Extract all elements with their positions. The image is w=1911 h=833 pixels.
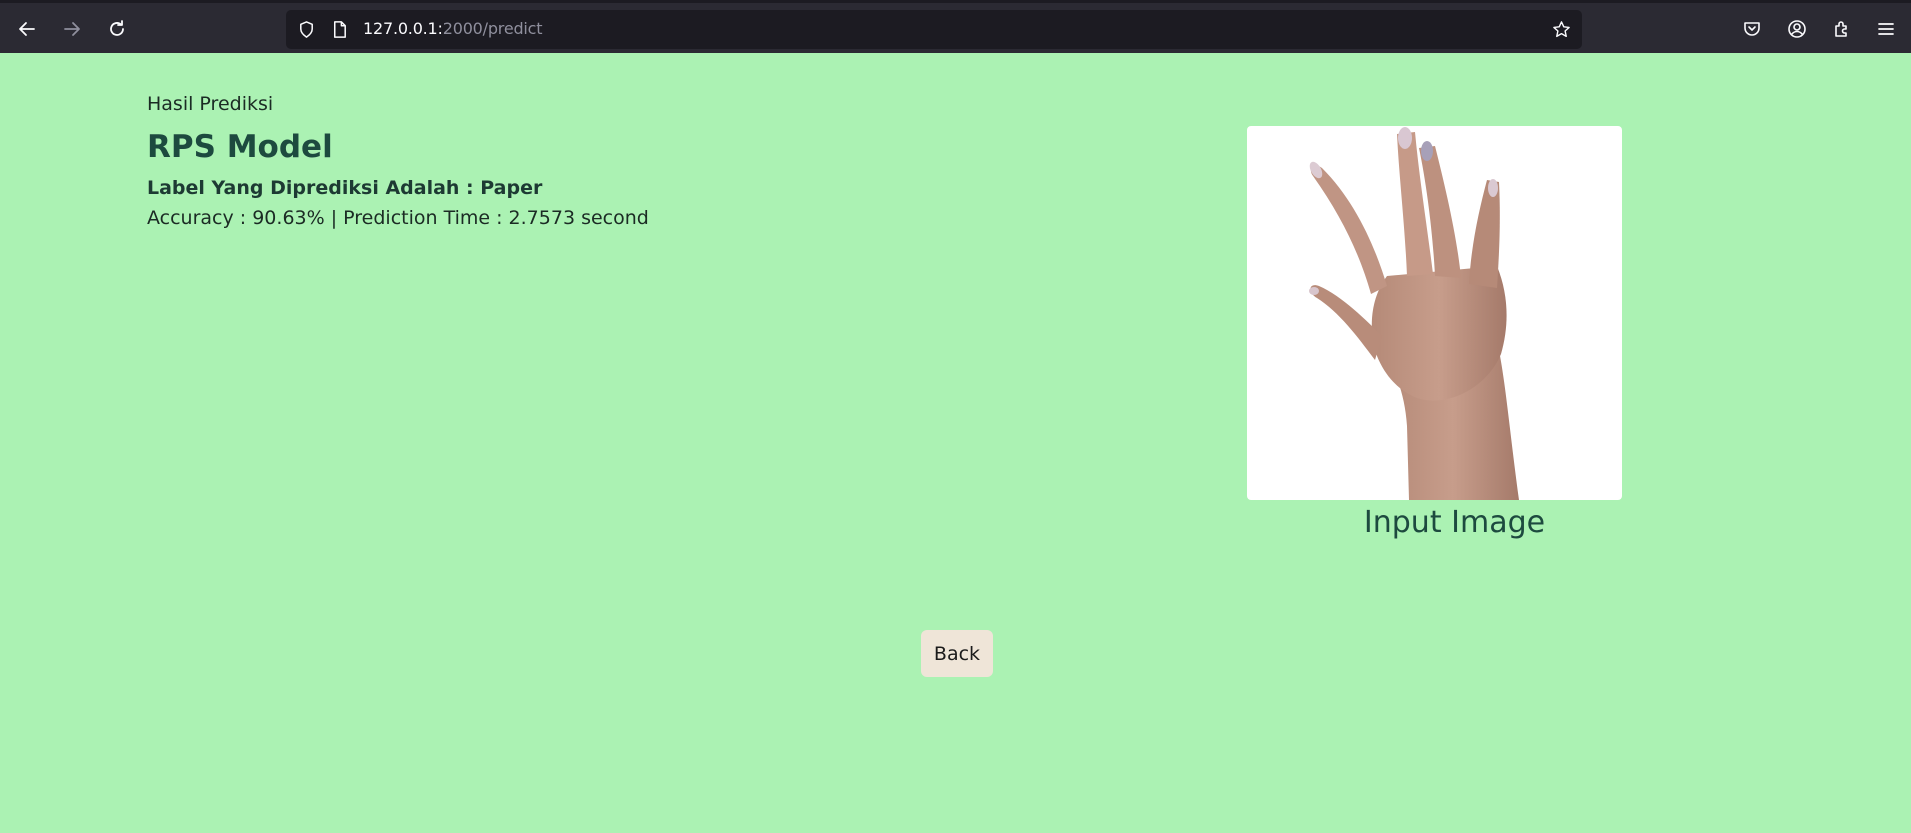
back-button[interactable]: Back xyxy=(921,630,993,677)
account-icon[interactable] xyxy=(1780,12,1814,46)
shield-icon[interactable] xyxy=(297,20,316,39)
url-host: 127.0.0.1: xyxy=(363,19,443,38)
page-title: RPS Model xyxy=(147,129,333,165)
forward-arrow-icon[interactable] xyxy=(55,12,89,46)
page-subtitle: Hasil Prediksi xyxy=(147,93,274,115)
browser-toolbar: 127.0.0.1:2000/predict xyxy=(0,0,1911,53)
reload-icon[interactable] xyxy=(100,12,134,46)
prediction-metrics: Accuracy : 90.63% | Prediction Time : 2.… xyxy=(147,207,649,229)
url-bar[interactable]: 127.0.0.1:2000/predict xyxy=(286,10,1582,49)
extensions-icon[interactable] xyxy=(1825,12,1859,46)
menu-icon[interactable] xyxy=(1869,12,1903,46)
hand-paper-illustration xyxy=(1309,127,1519,500)
url-text[interactable]: 127.0.0.1:2000/predict xyxy=(363,19,543,38)
input-image-caption: Input Image xyxy=(1363,505,1546,540)
predicted-label: Label Yang Diprediksi Adalah : Paper xyxy=(147,177,543,199)
url-path: 2000/predict xyxy=(442,19,543,38)
pocket-icon[interactable] xyxy=(1735,12,1769,46)
back-arrow-icon[interactable] xyxy=(10,12,44,46)
page-icon[interactable] xyxy=(330,20,349,39)
bookmark-star-icon[interactable] xyxy=(1552,20,1571,39)
input-image xyxy=(1247,126,1622,500)
